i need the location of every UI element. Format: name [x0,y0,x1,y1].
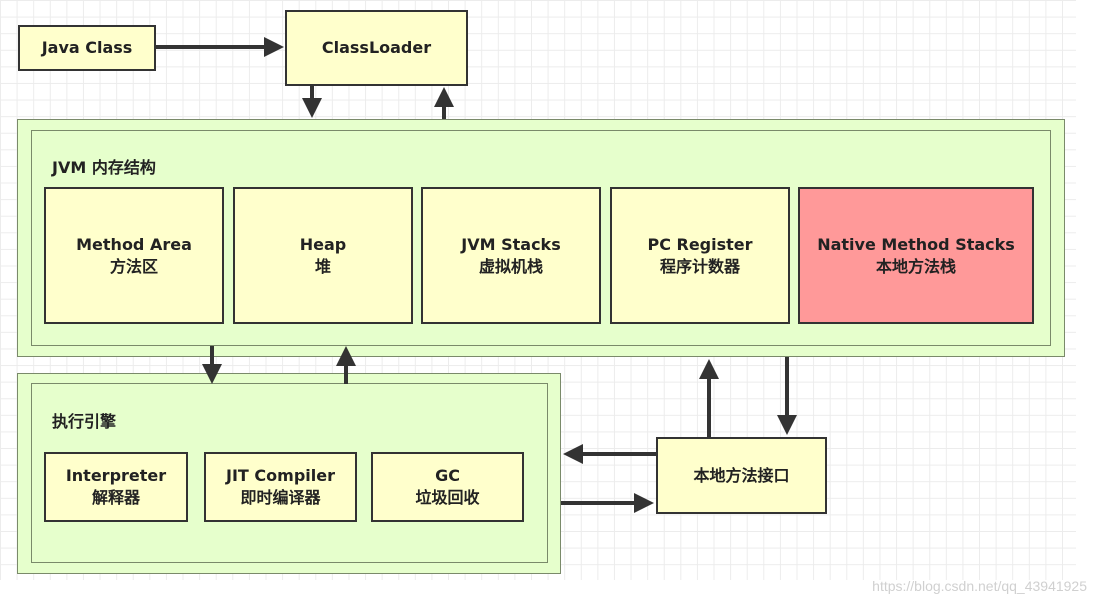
arrows [156,37,797,513]
watermark: https://blog.csdn.net/qq_43941925 [872,578,1087,594]
